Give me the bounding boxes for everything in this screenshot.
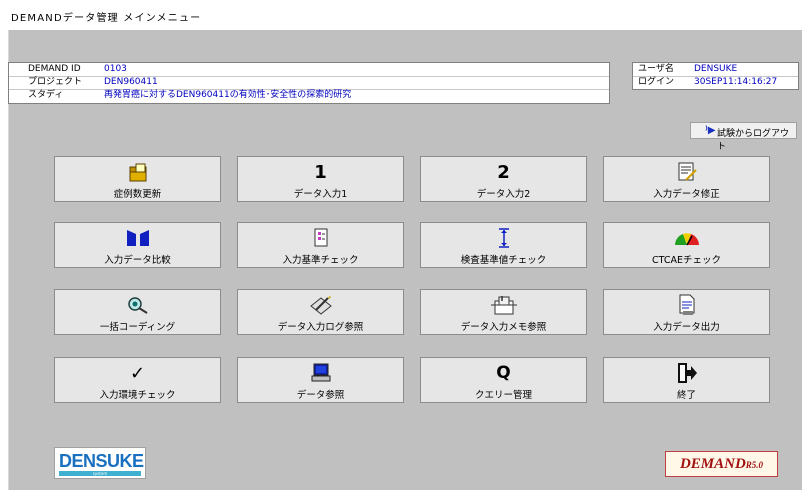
- lab-reference-check-button[interactable]: 検査基準値チェック: [420, 222, 587, 268]
- query-q-icon: Q: [496, 363, 511, 383]
- demand-logo: DEMANDR5.0: [665, 451, 778, 477]
- log-pencil-icon: [238, 295, 403, 315]
- logout-icon: ⁾▶: [705, 125, 716, 136]
- checkmark-icon: ✓: [129, 362, 146, 384]
- study-label: スタディ: [28, 90, 64, 100]
- button-label: クエリー管理: [474, 390, 532, 401]
- button-label: 検査基準値チェック: [460, 255, 547, 266]
- exit-button[interactable]: 終了: [603, 357, 770, 403]
- exit-door-icon: [604, 363, 769, 383]
- title-bar: DEMANDデータ管理 メインメニュー: [0, 0, 809, 30]
- densuke-logo: DENSUKE system: [54, 447, 146, 479]
- button-label: データ参照: [296, 390, 345, 401]
- user-name-label: ユーザ名: [638, 64, 674, 74]
- batch-coding-button[interactable]: 一括コーディング: [54, 289, 221, 335]
- login-value: 30SEP11:14:16:27: [694, 77, 778, 87]
- study-value: 再発胃癌に対するDEN960411の有効性･安全性の探索的研究: [104, 90, 352, 100]
- entry-log-view-button[interactable]: データ入力ログ参照: [237, 289, 404, 335]
- button-label: 症例数更新: [113, 189, 162, 200]
- demand-id-label: DEMAND ID: [28, 64, 81, 74]
- environment-check-button[interactable]: ✓ 入力環境チェック: [54, 357, 221, 403]
- folder-icon: [55, 162, 220, 182]
- button-label: データ入力1: [293, 189, 348, 200]
- login-label: ログイン: [638, 77, 675, 87]
- magnifier-icon: [55, 295, 220, 315]
- button-label: 入力データ出力: [653, 322, 720, 333]
- button-label: データ入力2: [476, 189, 531, 200]
- button-label: 終了: [676, 390, 696, 401]
- compare-input-data-button[interactable]: 入力データ比較: [54, 222, 221, 268]
- number-2-icon: 2: [497, 161, 510, 183]
- button-label: 入力基準チェック: [282, 255, 359, 266]
- compare-icon: [55, 228, 220, 248]
- button-label: CTCAEチェック: [651, 255, 721, 266]
- divider: [9, 76, 609, 77]
- user-name-value: DENSUKE: [694, 64, 738, 74]
- range-icon: [421, 228, 586, 248]
- project-label: プロジェクト: [28, 77, 83, 87]
- demand-logo-text: DEMAND: [679, 456, 746, 472]
- edit-input-data-button[interactable]: 入力データ修正: [603, 156, 770, 202]
- update-cases-button[interactable]: 症例数更新: [54, 156, 221, 202]
- memo-clip-icon: [421, 295, 586, 315]
- data-entry-1-button[interactable]: 1 データ入力1: [237, 156, 404, 202]
- export-input-data-button[interactable]: 入力データ出力: [603, 289, 770, 335]
- entry-memo-view-button[interactable]: データ入力メモ参照: [420, 289, 587, 335]
- button-label: 入力データ比較: [104, 255, 171, 266]
- user-info-box: ユーザ名 DENSUKE ログイン 30SEP11:14:16:27: [632, 62, 799, 90]
- document-export-icon: [604, 294, 769, 315]
- button-label: データ入力メモ参照: [460, 322, 547, 333]
- study-info-box: DEMAND ID 0103 プロジェクト DEN960411 スタディ 再発胃…: [8, 62, 610, 104]
- query-management-button[interactable]: Q クエリー管理: [420, 357, 587, 403]
- checklist-icon: [238, 228, 403, 248]
- project-value: DEN960411: [104, 77, 158, 87]
- edit-document-icon: [604, 162, 769, 182]
- window-title: DEMANDデータ管理 メインメニュー: [11, 13, 202, 24]
- button-label: データ入力ログ参照: [277, 322, 364, 333]
- button-label: 入力環境チェック: [99, 390, 176, 401]
- button-label: 一括コーディング: [99, 322, 176, 333]
- input-criteria-check-button[interactable]: 入力基準チェック: [237, 222, 404, 268]
- demand-id-value: 0103: [104, 64, 127, 74]
- data-view-button[interactable]: データ参照: [237, 357, 404, 403]
- logout-label: 試験からログアウト: [717, 129, 790, 152]
- number-1-icon: 1: [314, 161, 327, 183]
- gauge-icon: [604, 228, 769, 248]
- data-entry-2-button[interactable]: 2 データ入力2: [420, 156, 587, 202]
- ctcae-check-button[interactable]: CTCAEチェック: [603, 222, 770, 268]
- densuke-logo-text: DENSUKE: [59, 451, 144, 471]
- button-label: 入力データ修正: [653, 189, 720, 200]
- computer-icon: [238, 363, 403, 383]
- densuke-logo-subtext: system: [59, 471, 141, 476]
- demand-logo-version: R5.0: [745, 460, 764, 470]
- logout-button[interactable]: ⁾▶ 試験からログアウト: [690, 122, 797, 152]
